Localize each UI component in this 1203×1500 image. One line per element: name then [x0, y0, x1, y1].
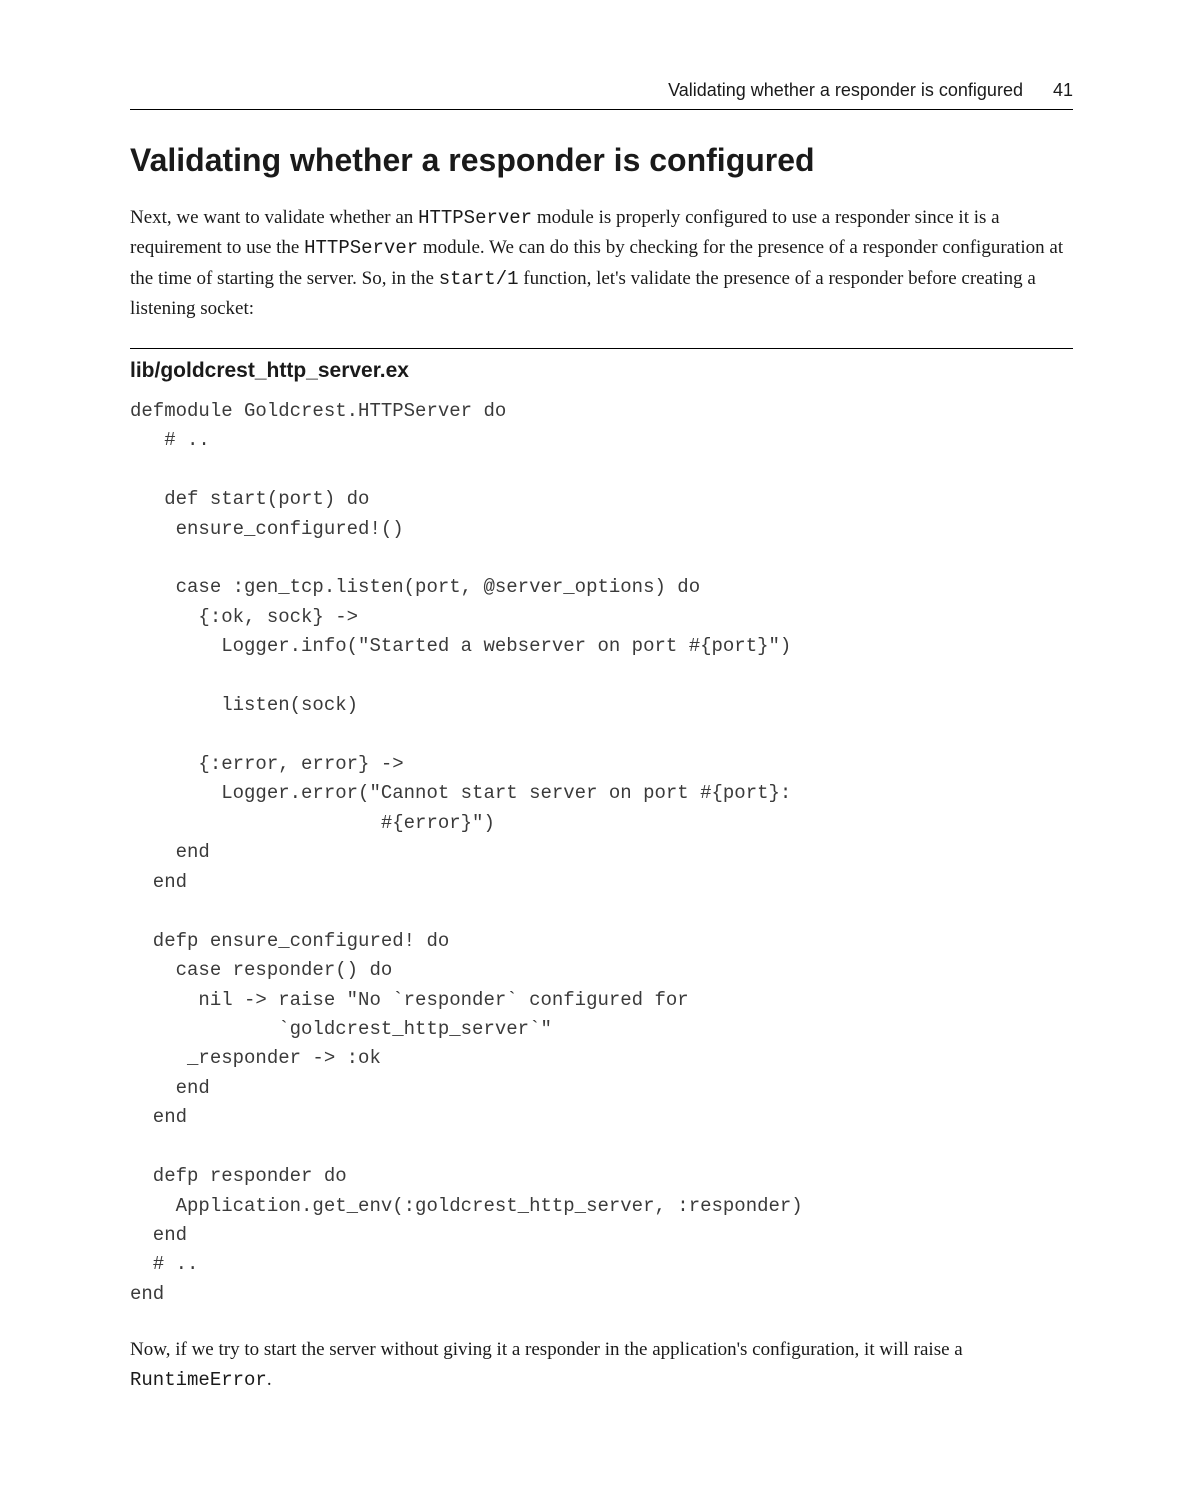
section-heading: Validating whether a responder is config…	[130, 142, 1073, 179]
code-inline: HTTPServer	[418, 207, 532, 229]
header-rule	[130, 109, 1073, 110]
running-title: Validating whether a responder is config…	[668, 80, 1023, 101]
code-inline: RuntimeError	[130, 1369, 267, 1391]
code-block: defmodule Goldcrest.HTTPServer do # .. d…	[130, 397, 1073, 1310]
page-header: Validating whether a responder is config…	[130, 80, 1073, 101]
code-inline: HTTPServer	[304, 237, 418, 259]
text-fragment: Next, we want to validate whether an	[130, 207, 418, 228]
code-inline: start/1	[439, 268, 519, 290]
file-path-label: lib/goldcrest_http_server.ex	[130, 359, 1073, 383]
page-number: 41	[1053, 80, 1073, 101]
text-fragment: .	[267, 1369, 272, 1390]
file-rule	[130, 348, 1073, 349]
text-fragment: Now, if we try to start the server witho…	[130, 1339, 963, 1360]
intro-paragraph: Next, we want to validate whether an HTT…	[130, 203, 1073, 324]
closing-paragraph: Now, if we try to start the server witho…	[130, 1335, 1073, 1395]
